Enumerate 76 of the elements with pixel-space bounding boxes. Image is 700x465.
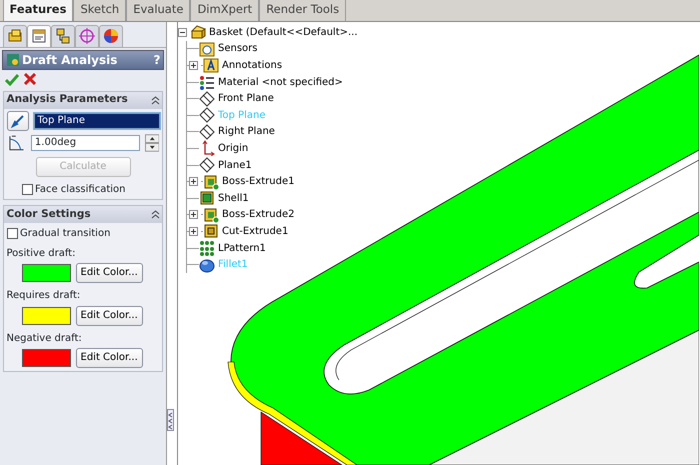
direction-field[interactable]: Top Plane bbox=[34, 113, 160, 129]
direction-button[interactable] bbox=[6, 111, 28, 131]
angle-icon bbox=[6, 134, 26, 152]
cancel-x-icon[interactable] bbox=[24, 72, 36, 84]
plane-icon bbox=[199, 157, 215, 174]
panel-tab[interactable] bbox=[2, 24, 26, 46]
tree-item[interactable]: Annotations bbox=[222, 58, 282, 73]
material-list-icon bbox=[199, 74, 215, 90]
tree-item[interactable]: Sensors bbox=[218, 41, 258, 56]
edit-color-button[interactable]: Edit Color... bbox=[76, 306, 143, 326]
color-label: Requires draft: bbox=[6, 289, 82, 303]
gauge-icon bbox=[199, 40, 215, 57]
color-swatch[interactable] bbox=[22, 306, 70, 324]
edit-color-button[interactable]: Edit Color... bbox=[76, 263, 143, 283]
panel-title: Draft Analysis bbox=[22, 52, 118, 69]
tree-item[interactable]: Boss-Extrude1 bbox=[222, 174, 294, 190]
shell-block-icon bbox=[199, 190, 215, 206]
color-swatch[interactable] bbox=[22, 349, 70, 367]
letter-a-icon bbox=[203, 57, 219, 74]
color-ball-icon bbox=[102, 27, 120, 45]
dot-grid-icon bbox=[199, 240, 215, 256]
property-sheet-icon bbox=[30, 27, 48, 45]
configuration-icon bbox=[54, 27, 72, 45]
command-tab[interactable]: Sketch bbox=[73, 0, 126, 21]
tree-item[interactable]: Boss-Extrude2 bbox=[222, 207, 294, 222]
edit-color-button[interactable]: Edit Color... bbox=[76, 348, 143, 368]
help-button[interactable]: ? bbox=[154, 51, 160, 69]
crosshair-icon bbox=[78, 27, 96, 45]
graphics-viewport[interactable]: Basket (Default<<Default>... Sensors Annotations Material <not specified> Front Plane Top Plane Right Plane Origin Plane1 Boss-Extrude1 Shell1 Boss-Extrude2 Cut-Extrude1 LPattern1 Fillet1 bbox=[178, 22, 700, 465]
draft-analysis-icon bbox=[6, 53, 20, 67]
angle-field[interactable]: 1.00deg bbox=[30, 134, 140, 150]
plus-box-icon[interactable] bbox=[189, 60, 198, 70]
tree-item[interactable]: Front Plane bbox=[218, 91, 274, 106]
cut-block-icon bbox=[203, 223, 219, 240]
tree-item[interactable]: Basket (Default<<Default>... bbox=[209, 24, 358, 40]
checkbox[interactable] bbox=[22, 184, 32, 194]
tree-item[interactable]: Material <not specified> bbox=[218, 74, 343, 90]
plane-icon bbox=[199, 107, 215, 124]
plus-box-icon[interactable] bbox=[189, 177, 198, 186]
group-title: Analysis Parameters bbox=[6, 92, 128, 108]
plane-icon bbox=[199, 124, 215, 140]
color-label: Negative draft: bbox=[6, 332, 83, 346]
collapse-chevron-icon[interactable] bbox=[150, 96, 160, 104]
panel-tab[interactable] bbox=[74, 24, 98, 46]
tree-item[interactable]: Plane1 bbox=[218, 158, 252, 173]
group-title: Color Settings bbox=[6, 206, 91, 222]
panel-tab[interactable] bbox=[26, 24, 50, 46]
rounded-solid-icon bbox=[199, 256, 215, 273]
tree-item[interactable]: Cut-Extrude1 bbox=[222, 224, 288, 239]
extrude-block-icon bbox=[203, 174, 219, 190]
color-swatch[interactable] bbox=[22, 264, 70, 282]
checkbox-label: Face classification bbox=[35, 182, 126, 196]
tree-item[interactable]: Origin bbox=[218, 140, 248, 156]
plus-box-icon[interactable] bbox=[189, 210, 198, 220]
plus-box-icon[interactable] bbox=[189, 226, 198, 236]
command-tab[interactable]: Render Tools bbox=[259, 0, 346, 21]
command-tab[interactable]: Features bbox=[2, 0, 74, 21]
panel-tab[interactable] bbox=[50, 24, 74, 46]
arrow-icon bbox=[10, 114, 24, 128]
command-tab[interactable]: DimXpert bbox=[190, 0, 260, 21]
minus-box-icon[interactable] bbox=[178, 28, 187, 37]
extrude-block-icon bbox=[203, 206, 219, 223]
spinner-arrows-icon[interactable] bbox=[144, 134, 160, 152]
collapse-chevron-icon[interactable] bbox=[150, 210, 160, 219]
color-label: Positive draft: bbox=[6, 246, 76, 260]
tree-item[interactable]: LPattern1 bbox=[218, 240, 266, 256]
plane-icon bbox=[199, 90, 215, 107]
tree-item[interactable]: Right Plane bbox=[218, 124, 275, 140]
command-tab[interactable]: Evaluate bbox=[126, 0, 190, 21]
collapse-handle-icon[interactable] bbox=[167, 409, 174, 431]
panel-tab[interactable] bbox=[98, 24, 122, 46]
part-icon bbox=[190, 24, 206, 40]
checkbox-label: Gradual transition bbox=[20, 226, 110, 240]
ok-check-icon[interactable] bbox=[5, 72, 19, 86]
tree-item[interactable]: Shell1 bbox=[218, 190, 249, 206]
checkbox[interactable] bbox=[6, 228, 18, 238]
